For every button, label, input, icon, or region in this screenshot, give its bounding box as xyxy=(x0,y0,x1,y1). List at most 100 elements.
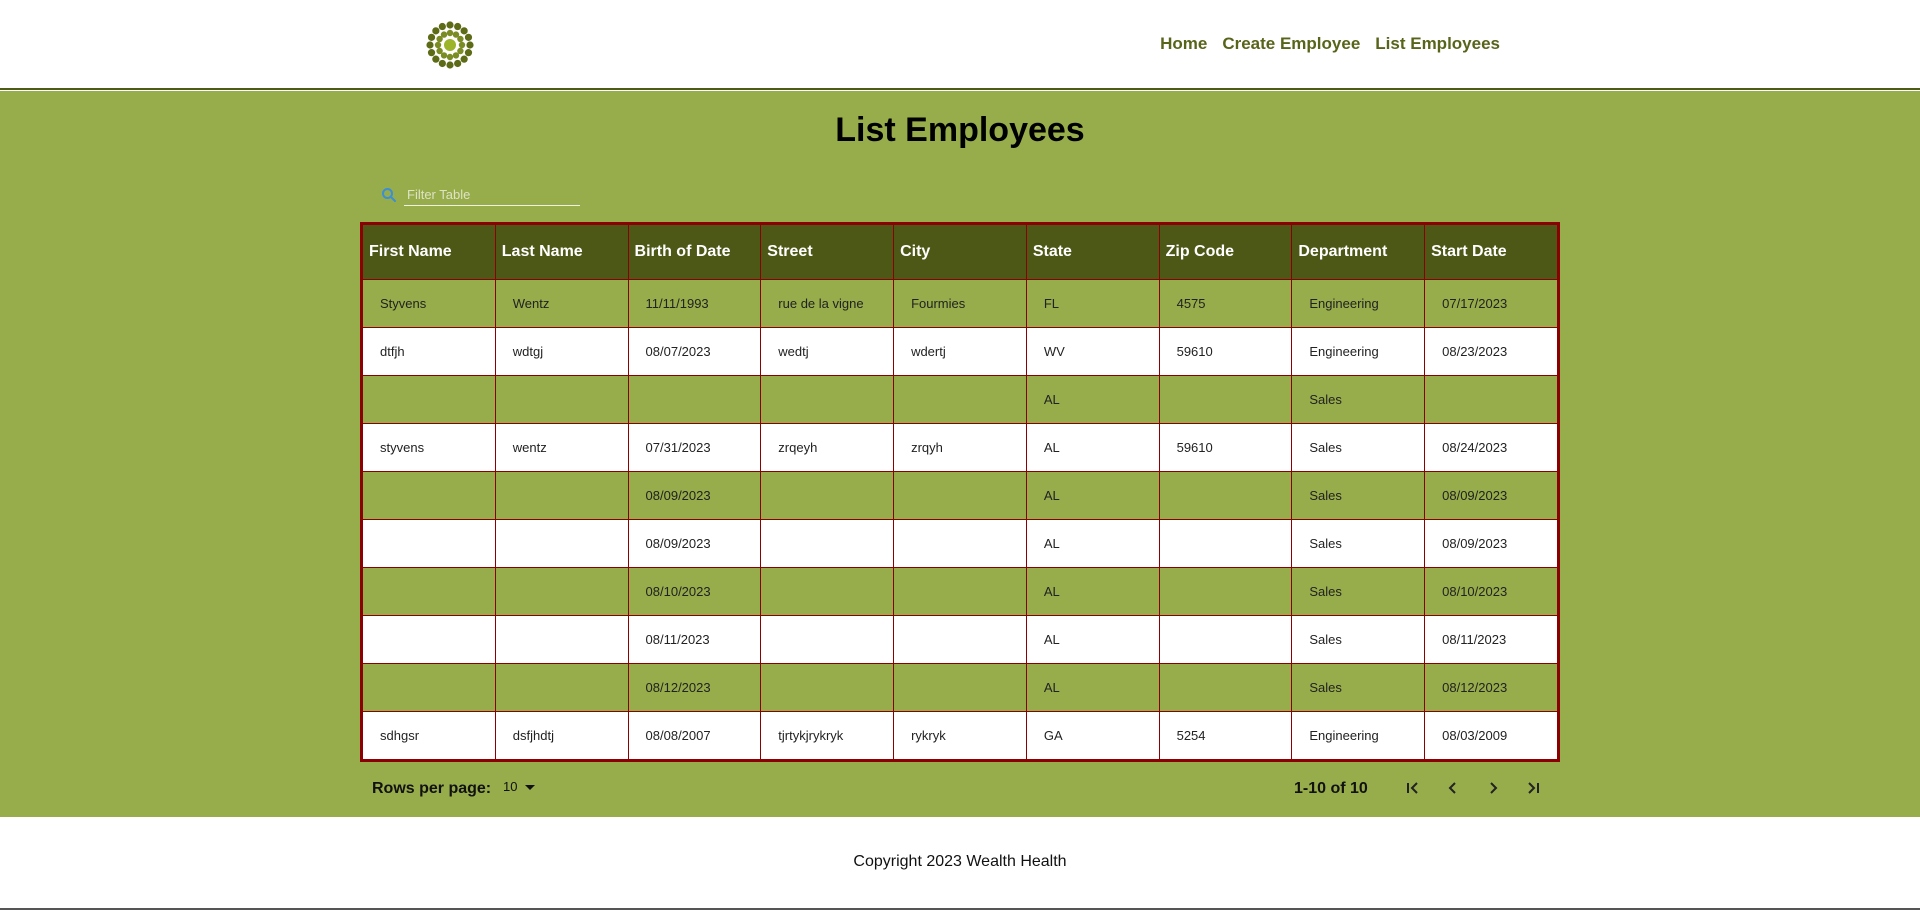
copyright-text: Copyright 2023 Wealth Health xyxy=(853,853,1067,870)
site-footer: Copyright 2023 Wealth Health xyxy=(0,817,1920,910)
table-cell xyxy=(627,375,762,424)
table-cell: 59610 xyxy=(1158,423,1293,472)
table-row: 08/11/2023 AL Sales 08/11/2023 xyxy=(362,615,1558,664)
table-row: styvens wentz 07/31/2023 zrqeyh zrqyh AL 59610… xyxy=(362,423,1558,472)
table-cell xyxy=(893,519,1027,568)
caret-down-icon xyxy=(525,785,536,790)
table-cell xyxy=(362,615,496,664)
last-page-icon[interactable] xyxy=(1522,777,1544,799)
table-cell: Sales xyxy=(1291,471,1426,520)
column-header[interactable]: Birth of Date xyxy=(627,224,762,280)
column-header[interactable]: Start Date xyxy=(1424,224,1558,280)
table-cell: 08/24/2023 xyxy=(1424,423,1558,472)
table-cell: dtfjh xyxy=(362,327,496,376)
table-cell: wentz xyxy=(494,423,629,472)
table-cell xyxy=(494,519,629,568)
table-cell: 08/08/2007 xyxy=(627,711,762,760)
table-cell: 08/03/2009 xyxy=(1424,711,1558,760)
table-cell: 08/11/2023 xyxy=(627,615,762,664)
filter-input[interactable] xyxy=(404,184,580,206)
table-cell: 59610 xyxy=(1158,327,1293,376)
table-cell: wdtgj xyxy=(494,327,629,376)
table-row: AL Sales xyxy=(362,375,1558,424)
table-cell xyxy=(893,375,1027,424)
table-cell: AL xyxy=(1025,615,1160,664)
table-row: sdhgsr dsfjhdtj 08/08/2007 tjrtykjrykryk ryk… xyxy=(362,711,1558,760)
table-row: 08/09/2023 AL Sales 08/09/2023 xyxy=(362,519,1558,568)
table-cell: Sales xyxy=(1291,519,1426,568)
table-cell: 4575 xyxy=(1158,279,1293,328)
table-cell xyxy=(760,663,895,712)
column-header[interactable]: City xyxy=(893,224,1027,280)
table-cell: 07/17/2023 xyxy=(1424,279,1558,328)
table-cell xyxy=(362,663,496,712)
table-cell: AL xyxy=(1025,519,1160,568)
table-cell: Engineering xyxy=(1291,279,1426,328)
table-cell xyxy=(362,375,496,424)
table-cell xyxy=(760,519,895,568)
column-header[interactable]: First Name xyxy=(362,224,496,280)
table-cell xyxy=(494,375,629,424)
table-cell xyxy=(362,567,496,616)
table-cell: 07/31/2023 xyxy=(627,423,762,472)
column-header[interactable]: State xyxy=(1025,224,1160,280)
table-cell xyxy=(494,567,629,616)
table-cell: Sales xyxy=(1291,615,1426,664)
table-cell: rue de la vigne xyxy=(760,279,895,328)
table-cell: Fourmies xyxy=(893,279,1027,328)
table-cell: Sales xyxy=(1291,423,1426,472)
column-header[interactable]: Street xyxy=(760,224,895,280)
table-cell: GA xyxy=(1025,711,1160,760)
column-header[interactable]: Zip Code xyxy=(1158,224,1293,280)
table-cell: 08/10/2023 xyxy=(627,567,762,616)
table-cell xyxy=(760,375,895,424)
table-row: 08/09/2023 AL Sales 08/09/2023 xyxy=(362,471,1558,520)
table-cell: AL xyxy=(1025,471,1160,520)
table-cell xyxy=(1158,567,1293,616)
employees-table: First Name Last Name Birth of Date Street Ci… xyxy=(360,222,1560,762)
table-cell: 08/12/2023 xyxy=(627,663,762,712)
table-row: dtfjh wdtgj 08/07/2023 wedtj wdertj WV 59610 En… xyxy=(362,327,1558,376)
table-cell xyxy=(1158,375,1293,424)
table-row: 08/10/2023 AL Sales 08/10/2023 xyxy=(362,567,1558,616)
table-cell: 08/10/2023 xyxy=(1424,567,1558,616)
table-cell xyxy=(760,615,895,664)
table-cell: AL xyxy=(1025,423,1160,472)
previous-page-icon[interactable] xyxy=(1442,777,1464,799)
table-cell: 08/09/2023 xyxy=(1424,471,1558,520)
table-cell: styvens xyxy=(362,423,496,472)
table-cell: rykryk xyxy=(893,711,1027,760)
table-cell: Engineering xyxy=(1291,327,1426,376)
table-cell: 11/11/1993 xyxy=(627,279,762,328)
table-cell xyxy=(760,567,895,616)
table-cell xyxy=(893,471,1027,520)
sunburst-logo-icon[interactable] xyxy=(420,15,480,75)
nav-create-employee-link[interactable]: Create Employee xyxy=(1222,34,1360,54)
first-page-icon[interactable] xyxy=(1402,777,1424,799)
pagination: Rows per page: 10 1-10 of 10 xyxy=(360,773,1560,803)
table-cell xyxy=(1158,663,1293,712)
table-row: Styvens Wentz 11/11/1993 rue de la vigne Fou… xyxy=(362,279,1558,328)
table-cell: Sales xyxy=(1291,567,1426,616)
table-cell: AL xyxy=(1025,375,1160,424)
filter-bar xyxy=(380,183,580,207)
table-cell: 08/23/2023 xyxy=(1424,327,1558,376)
table-cell: AL xyxy=(1025,663,1160,712)
main-nav: Home Create Employee List Employees xyxy=(1160,34,1500,54)
table-cell: zrqeyh xyxy=(760,423,895,472)
table-cell xyxy=(893,663,1027,712)
nav-list-employees-link[interactable]: List Employees xyxy=(1375,34,1500,54)
rows-per-page-value: 10 xyxy=(503,779,518,794)
next-page-icon[interactable] xyxy=(1482,777,1504,799)
column-header[interactable]: Last Name xyxy=(494,224,629,280)
rows-per-page-select[interactable]: 10 xyxy=(503,779,536,794)
table-cell xyxy=(893,615,1027,664)
table-cell: AL xyxy=(1025,567,1160,616)
table-cell xyxy=(1158,615,1293,664)
table-cell: Engineering xyxy=(1291,711,1426,760)
table-cell xyxy=(494,615,629,664)
nav-home-link[interactable]: Home xyxy=(1160,34,1207,54)
column-header[interactable]: Department xyxy=(1291,224,1426,280)
table-cell: dsfjhdtj xyxy=(494,711,629,760)
table-cell: 08/12/2023 xyxy=(1424,663,1558,712)
